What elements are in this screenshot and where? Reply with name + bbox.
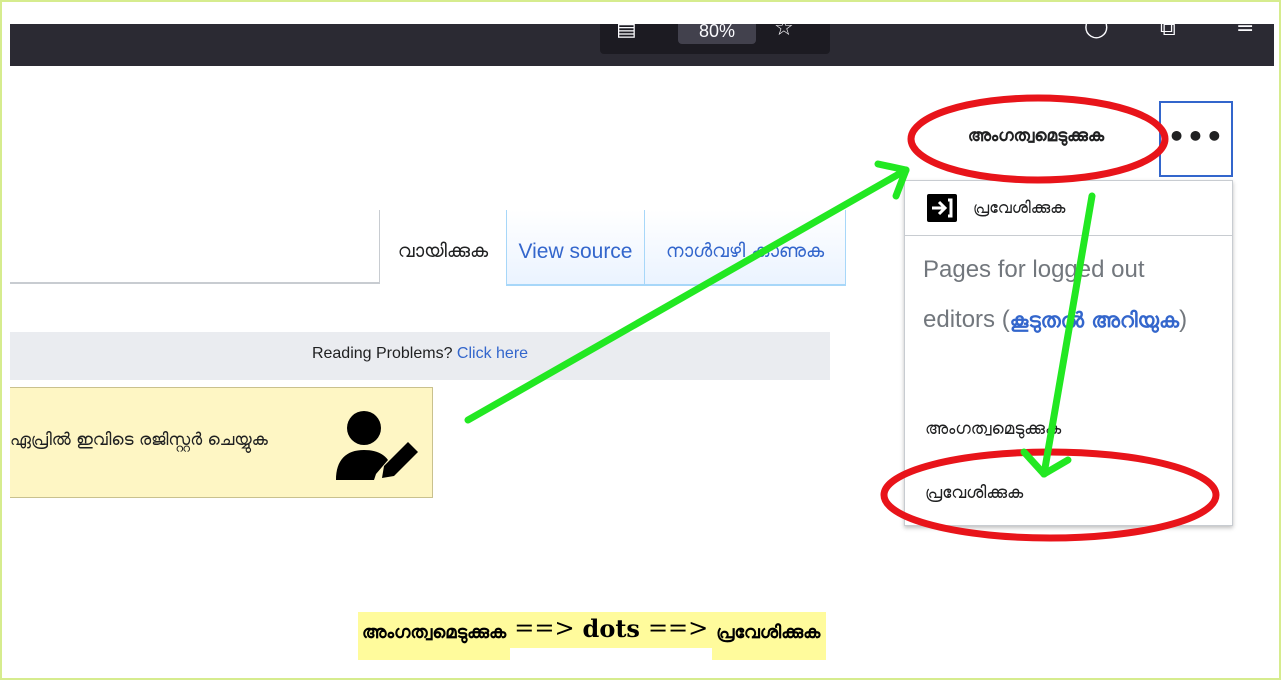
red-circle-create-account [907,94,1169,184]
green-arrow-to-login [1020,192,1096,478]
caption-arrow-1: ==> [510,612,579,648]
caption-login: പ്രവേശിക്കുക [712,612,827,660]
annotation-overlay [464,94,1220,542]
caption-dots: dots [578,612,644,648]
caption-arrow-2: ==> [643,612,713,648]
instruction-caption: അംഗത്വമെടുക്കുക ==> dots ==> പ്രവേശിക്കു… [358,612,827,660]
red-circle-login [880,448,1220,542]
green-arrow-to-create [464,160,910,424]
caption-create-account: അംഗത്വമെടുക്കുക [358,612,511,660]
